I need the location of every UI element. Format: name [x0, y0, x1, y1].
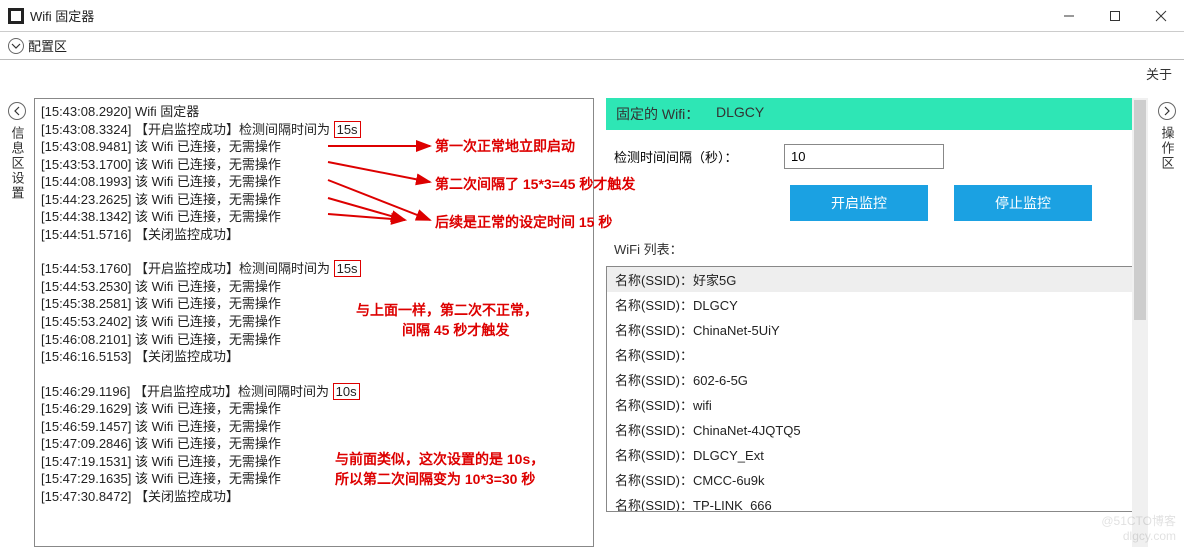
left-side-tab[interactable]: 信息区设置 — [0, 98, 34, 547]
log-line: [15:47:30.8472] 【关闭监控成功】 — [41, 488, 587, 506]
stop-monitor-button[interactable]: 停止监控 — [954, 185, 1092, 221]
watermark-line1: @51CTO博客 — [1101, 514, 1176, 528]
log-line: [15:43:53.1700] 该 Wifi 已连接，无需操作 — [41, 156, 587, 174]
log-line: [15:47:19.1531] 该 Wifi 已连接，无需操作 — [41, 453, 587, 471]
wifi-list-item[interactable]: 名称(SSID)：DLGCY_Ext — [607, 442, 1137, 467]
right-side-label: 操作区 — [1158, 126, 1177, 171]
log-line: [15:46:16.5153] 【关闭监控成功】 — [41, 348, 587, 366]
log-line: [15:44:38.1342] 该 Wifi 已连接，无需操作 — [41, 208, 587, 226]
right-side-tab[interactable]: 操作区 — [1150, 98, 1184, 547]
log-line: [15:47:29.1635] 该 Wifi 已连接，无需操作 — [41, 470, 587, 488]
log-line: [15:43:08.3324] 【开启监控成功】检测间隔时间为 15s — [41, 121, 587, 139]
interval-label: 检测时间间隔（秒）： — [614, 147, 784, 166]
app-icon — [8, 8, 24, 24]
titlebar: Wifi 固定器 — [0, 0, 1184, 32]
log-line: [15:46:29.1629] 该 Wifi 已连接，无需操作 — [41, 400, 587, 418]
window-title: Wifi 固定器 — [30, 6, 1046, 25]
log-line: [15:46:59.1457] 该 Wifi 已连接，无需操作 — [41, 418, 587, 436]
log-line: [15:44:51.5716] 【关闭监控成功】 — [41, 226, 587, 244]
log-line: [15:43:08.9481] 该 Wifi 已连接，无需操作 — [41, 138, 587, 156]
start-monitor-button[interactable]: 开启监控 — [790, 185, 928, 221]
log-line: [15:44:53.1760] 【开启监控成功】检测间隔时间为 15s — [41, 260, 587, 278]
chevron-left-icon — [8, 102, 26, 120]
fixed-wifi-value: DLGCY — [716, 104, 1128, 124]
wifi-list-item[interactable]: 名称(SSID)： — [607, 342, 1137, 367]
window-controls — [1046, 0, 1184, 32]
log-panel: [15:43:08.2920] Wifi 固定器[15:43:08.3324] … — [34, 98, 594, 547]
config-expander[interactable]: 配置区 — [0, 32, 1184, 60]
chevron-right-icon — [1158, 102, 1176, 120]
button-row: 开启监控 停止监控 — [606, 185, 1138, 221]
fixed-wifi-label: 固定的 Wifi： — [616, 104, 716, 124]
wifi-list-item[interactable]: 名称(SSID)：TP-LINK_666 — [607, 492, 1137, 512]
wifi-list-item[interactable]: 名称(SSID)：ChinaNet-4JQTQ5 — [607, 417, 1137, 442]
vertical-scrollbar[interactable] — [1132, 98, 1148, 547]
log-line: [15:43:08.2920] Wifi 固定器 — [41, 103, 587, 121]
config-expander-label: 配置区 — [28, 36, 67, 55]
wifi-list-item[interactable]: 名称(SSID)：CMCC-6u9k — [607, 467, 1137, 492]
wifi-list-item[interactable]: 名称(SSID)：DLGCY — [607, 292, 1137, 317]
main-area: 信息区设置 [15:43:08.2920] Wifi 固定器[15:43:08.… — [0, 98, 1184, 547]
fixed-wifi-banner: 固定的 Wifi： DLGCY — [606, 98, 1138, 130]
log-line: [15:46:08.2101] 该 Wifi 已连接，无需操作 — [41, 331, 587, 349]
wifi-list-item[interactable]: 名称(SSID)：wifi — [607, 392, 1137, 417]
log-line: [15:45:38.2581] 该 Wifi 已连接，无需操作 — [41, 295, 587, 313]
log-line: [15:45:53.2402] 该 Wifi 已连接，无需操作 — [41, 313, 587, 331]
scrollbar-thumb[interactable] — [1134, 100, 1146, 320]
log-line: [15:44:08.1993] 该 Wifi 已连接，无需操作 — [41, 173, 587, 191]
interval-row: 检测时间间隔（秒）： — [606, 144, 1138, 169]
watermark: @51CTO博客 dlgcy.com — [1101, 514, 1176, 543]
wifi-list-label: WiFi 列表： — [606, 239, 1138, 258]
left-side-label: 信息区设置 — [8, 126, 27, 201]
interval-input[interactable] — [784, 144, 944, 169]
minimize-button[interactable] — [1046, 0, 1092, 32]
maximize-button[interactable] — [1092, 0, 1138, 32]
about-button[interactable]: 关于 — [1146, 64, 1172, 83]
log-line: [15:47:09.2846] 该 Wifi 已连接，无需操作 — [41, 435, 587, 453]
log-line: [15:44:53.2530] 该 Wifi 已连接，无需操作 — [41, 278, 587, 296]
right-panel: 固定的 Wifi： DLGCY 检测时间间隔（秒）： 开启监控 停止监控 WiF… — [594, 98, 1150, 547]
log-line: [15:46:29.1196] 【开启监控成功】检测间隔时间为 10s — [41, 383, 587, 401]
chevron-down-icon — [8, 38, 24, 54]
wifi-list-item[interactable]: 名称(SSID)：602-6-5G — [607, 367, 1137, 392]
watermark-line2: dlgcy.com — [1101, 529, 1176, 543]
close-button[interactable] — [1138, 0, 1184, 32]
wifi-list-item[interactable]: 名称(SSID)：ChinaNet-5UiY — [607, 317, 1137, 342]
wifi-list[interactable]: 名称(SSID)：好家5G名称(SSID)：DLGCY名称(SSID)：Chin… — [606, 266, 1138, 512]
wifi-list-item[interactable]: 名称(SSID)：好家5G — [607, 267, 1137, 292]
log-line: [15:44:23.2625] 该 Wifi 已连接，无需操作 — [41, 191, 587, 209]
